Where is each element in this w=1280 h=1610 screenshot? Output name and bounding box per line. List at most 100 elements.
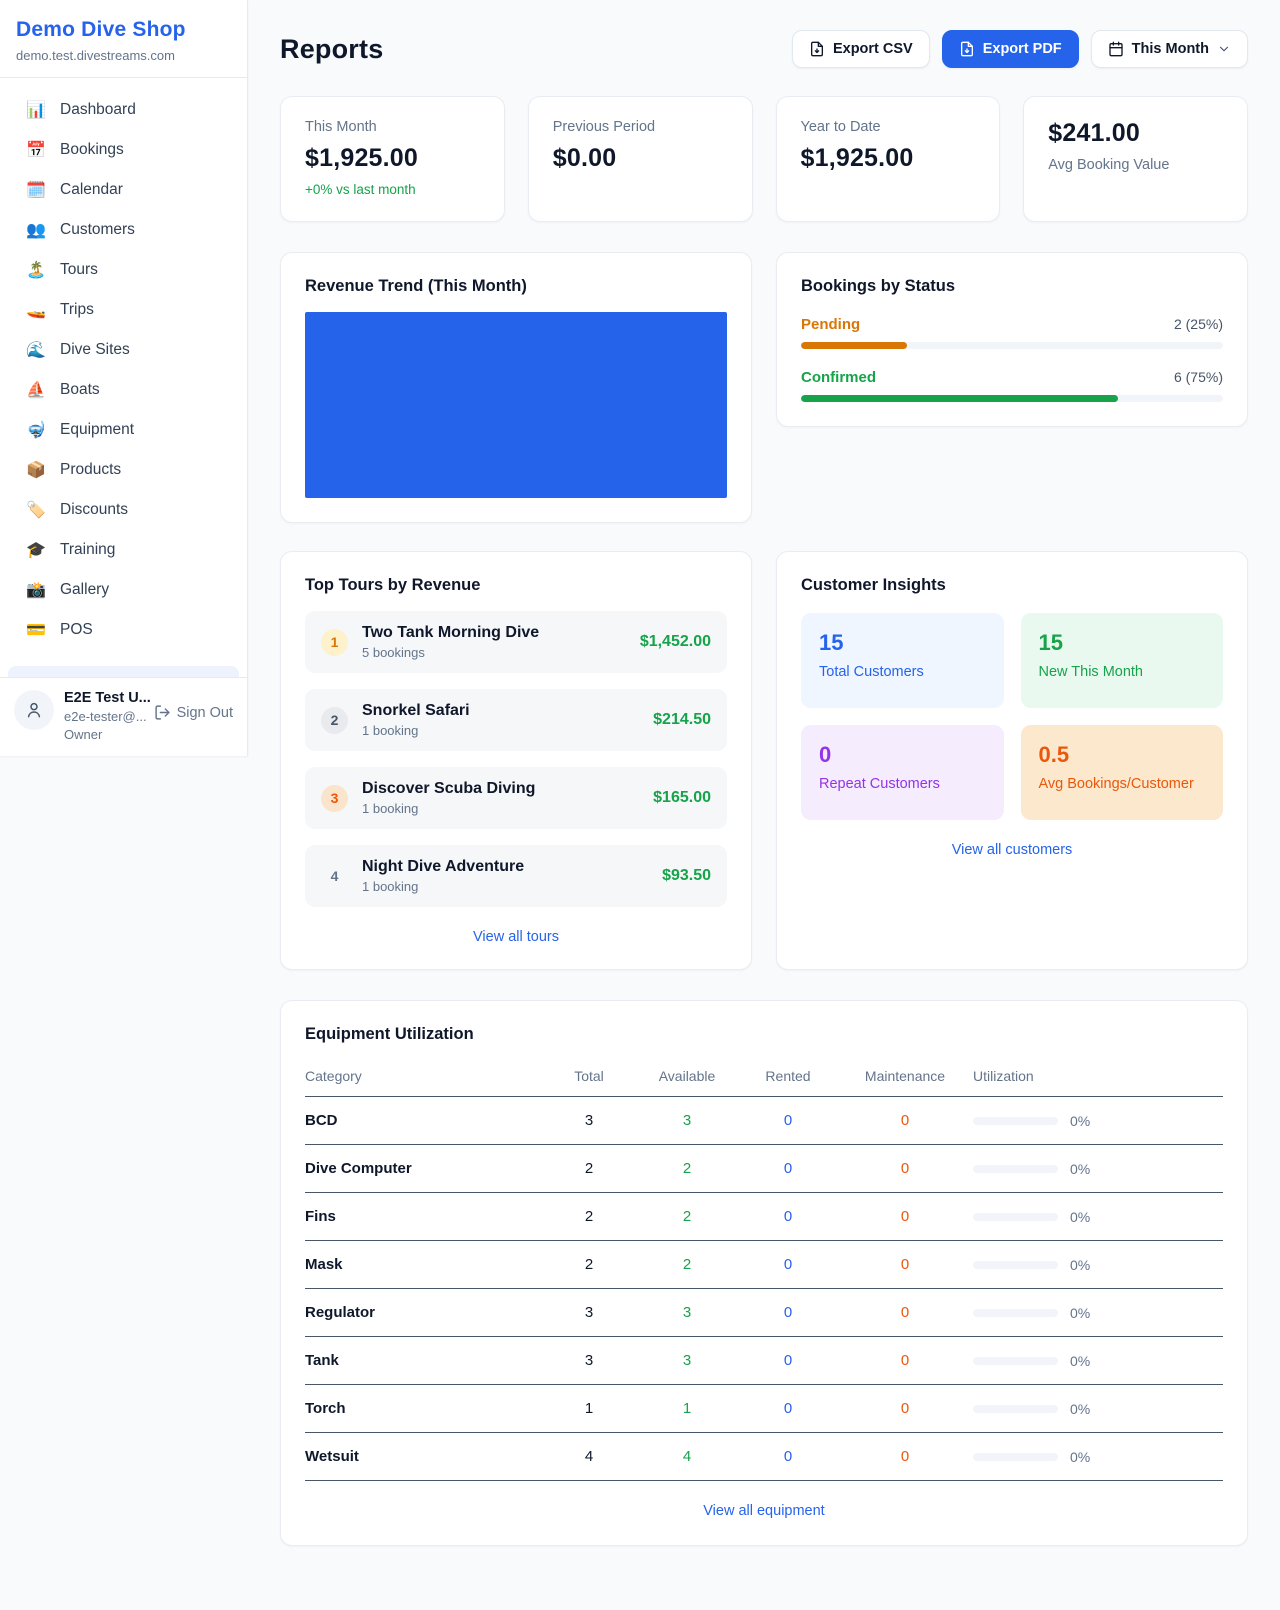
tour-name: Discover Scuba Diving <box>362 780 639 798</box>
customer-insights-card: Customer Insights 15 Total Customers 15 … <box>776 551 1248 970</box>
cell-category: Tank <box>305 1352 543 1369</box>
sidebar-item[interactable]: 📦 Products <box>0 450 247 490</box>
cell-available: 2 <box>635 1208 739 1225</box>
cell-total: 4 <box>543 1448 635 1465</box>
stat-label: Avg Booking Value <box>1048 157 1223 173</box>
cell-category: Fins <box>305 1208 543 1225</box>
col-total: Total <box>543 1068 635 1084</box>
insight-label: Avg Bookings/Customer <box>1039 776 1206 792</box>
stat-card: Previous Period $0.00 <box>528 96 753 222</box>
sidebar-item[interactable]: 🤿 Equipment <box>0 410 247 450</box>
equipment-utilization-card: Equipment Utilization Category Total Ava… <box>280 1000 1248 1546</box>
cell-total: 3 <box>543 1352 635 1369</box>
view-all-equipment-link[interactable]: View all equipment <box>305 1503 1223 1519</box>
sidebar-header: Demo Dive Shop demo.test.divestreams.com <box>0 0 247 78</box>
tour-amount: $1,452.00 <box>640 633 711 651</box>
cell-rented: 0 <box>739 1400 837 1417</box>
view-all-customers-link[interactable]: View all customers <box>801 842 1223 858</box>
export-pdf-button[interactable]: Export PDF <box>942 30 1079 68</box>
stat-label: This Month <box>305 119 480 135</box>
utilization-percent: 0% <box>1070 1209 1090 1225</box>
cell-maintenance: 0 <box>837 1112 973 1129</box>
cell-maintenance: 0 <box>837 1304 973 1321</box>
cell-available: 1 <box>635 1400 739 1417</box>
tour-amount: $93.50 <box>662 867 711 885</box>
cell-total: 2 <box>543 1160 635 1177</box>
cell-rented: 0 <box>739 1112 837 1129</box>
table-row: BCD 3 3 0 0 0% <box>305 1097 1223 1145</box>
rank-badge: 2 <box>321 707 348 734</box>
utilization-bar-track <box>973 1165 1058 1173</box>
stat-value: $0.00 <box>553 144 728 173</box>
sidebar-item[interactable]: 📊 Dashboard <box>0 90 247 130</box>
status-bar-fill <box>801 342 907 349</box>
sidebar-item-icon: 📦 <box>26 460 46 480</box>
sidebar-item-label: Trips <box>60 301 94 319</box>
cell-category: Dive Computer <box>305 1160 543 1177</box>
status-label: Pending <box>801 316 860 333</box>
bookings-status-title: Bookings by Status <box>801 277 1223 296</box>
sidebar-item[interactable]: 🏷️ Discounts <box>0 490 247 530</box>
shop-name: Demo Dive Shop <box>16 18 231 42</box>
sidebar-item-icon: 👥 <box>26 220 46 240</box>
sidebar-item-label: Gallery <box>60 581 109 599</box>
sidebar-item[interactable]: 💳 POS <box>0 610 247 650</box>
sidebar-item-reports-partial[interactable] <box>8 666 239 677</box>
tour-row: 4 Night Dive Adventure 1 booking $93.50 <box>305 845 727 907</box>
insight-label: New This Month <box>1039 664 1206 680</box>
sidebar-item-label: Customers <box>60 221 135 239</box>
insight-tile: 15 New This Month <box>1021 613 1224 708</box>
utilization-percent: 0% <box>1070 1353 1090 1369</box>
table-row: Wetsuit 4 4 0 0 0% <box>305 1433 1223 1481</box>
sidebar-item[interactable]: 🎓 Training <box>0 530 247 570</box>
utilization-bar-track <box>973 1453 1058 1461</box>
chevron-down-icon <box>1217 42 1231 56</box>
utilization-percent: 0% <box>1070 1449 1090 1465</box>
stat-label: Year to Date <box>801 119 976 135</box>
export-csv-button[interactable]: Export CSV <box>792 30 930 68</box>
sidebar-item[interactable]: 📸 Gallery <box>0 570 247 610</box>
sidebar: Demo Dive Shop demo.test.divestreams.com… <box>0 0 248 756</box>
status-bar-fill <box>801 395 1118 402</box>
sidebar-item-icon: 💳 <box>26 620 46 640</box>
avatar <box>14 690 54 730</box>
sidebar-item-label: Dashboard <box>60 101 136 119</box>
sidebar-item[interactable]: 🗓️ Calendar <box>0 170 247 210</box>
cell-maintenance: 0 <box>837 1400 973 1417</box>
sidebar-item-icon: 🎓 <box>26 540 46 560</box>
sidebar-item-label: Dive Sites <box>60 341 130 359</box>
rank-badge: 3 <box>321 785 348 812</box>
sidebar-item[interactable]: ⛵ Boats <box>0 370 247 410</box>
sidebar-item-icon: 📅 <box>26 140 46 160</box>
sidebar-item-icon: 📊 <box>26 100 46 120</box>
table-header: Category Total Available Rented Maintena… <box>305 1062 1223 1097</box>
table-row: Fins 2 2 0 0 0% <box>305 1193 1223 1241</box>
sidebar-item[interactable]: 🌊 Dive Sites <box>0 330 247 370</box>
shop-domain: demo.test.divestreams.com <box>16 48 231 63</box>
sidebar-item[interactable]: 🏝️ Tours <box>0 250 247 290</box>
table-row: Dive Computer 2 2 0 0 0% <box>305 1145 1223 1193</box>
sidebar-item[interactable]: 👥 Customers <box>0 210 247 250</box>
period-dropdown[interactable]: This Month <box>1091 30 1248 68</box>
customer-insights-title: Customer Insights <box>801 576 1223 595</box>
table-row: Mask 2 2 0 0 0% <box>305 1241 1223 1289</box>
user-name: E2E Test U... <box>64 690 144 706</box>
cell-available: 3 <box>635 1352 739 1369</box>
insight-value: 15 <box>819 630 986 656</box>
sidebar-item[interactable]: 📅 Bookings <box>0 130 247 170</box>
stat-value: $1,925.00 <box>305 144 480 173</box>
view-all-tours-link[interactable]: View all tours <box>305 929 727 945</box>
sidebar-item-label: Boats <box>60 381 100 399</box>
rank-badge: 1 <box>321 629 348 656</box>
tour-bookings: 1 booking <box>362 879 648 894</box>
cell-maintenance: 0 <box>837 1160 973 1177</box>
cell-rented: 0 <box>739 1352 837 1369</box>
col-available: Available <box>635 1068 739 1084</box>
sign-out-button[interactable]: Sign Out <box>154 704 233 721</box>
sidebar-item[interactable]: 🚤 Trips <box>0 290 247 330</box>
cell-rented: 0 <box>739 1304 837 1321</box>
insight-value: 0.5 <box>1039 742 1206 768</box>
col-rented: Rented <box>739 1068 837 1084</box>
cell-total: 3 <box>543 1112 635 1129</box>
tour-name: Night Dive Adventure <box>362 858 648 876</box>
